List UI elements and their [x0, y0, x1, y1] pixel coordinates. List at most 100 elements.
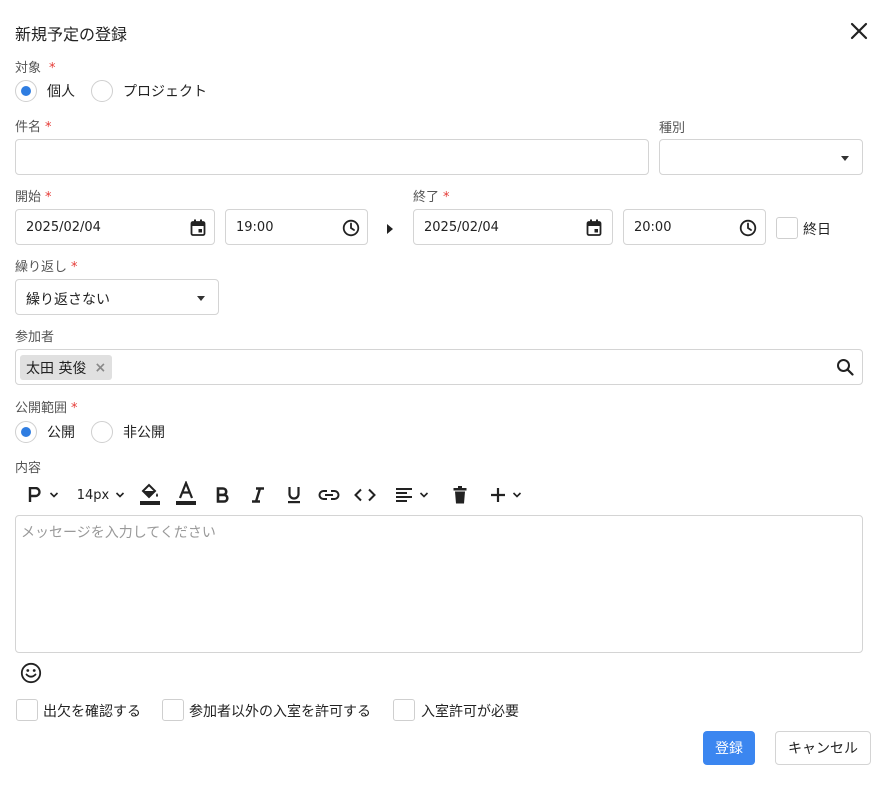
- radio-selected-dot: [21, 86, 31, 96]
- visibility-option-private: 非公開: [123, 425, 165, 441]
- bold-button[interactable]: [211, 482, 233, 508]
- editor-toolbar: 14px: [15, 481, 535, 509]
- chevron-down-icon: [512, 492, 522, 498]
- attendance-label: 出欠を確認する: [43, 704, 141, 720]
- search-icon[interactable]: [836, 358, 854, 376]
- target-label-row: 対象 *: [15, 57, 56, 76]
- target-label: 対象: [15, 61, 42, 76]
- calendar-icon[interactable]: [190, 219, 206, 237]
- paragraph-format-button[interactable]: [23, 482, 63, 508]
- insert-button[interactable]: [485, 482, 527, 508]
- repeat-label: 繰り返し: [15, 260, 68, 275]
- chevron-down-icon: [197, 296, 205, 301]
- radio-selected-dot: [21, 427, 31, 437]
- end-time-input[interactable]: 20:00: [623, 209, 766, 245]
- start-label-row: 開始 *: [15, 186, 52, 205]
- allday-checkbox[interactable]: [776, 217, 798, 239]
- target-option-project: プロジェクト: [123, 84, 207, 100]
- chip-remove-icon[interactable]: ×: [94, 360, 106, 376]
- content-label: 内容: [15, 461, 42, 476]
- visibility-label: 公開範囲: [15, 401, 68, 416]
- content-placeholder: メッセージを入力してください: [21, 525, 216, 541]
- participant-name: 太田 英俊: [26, 360, 87, 377]
- participant-chip: 太田 英俊 ×: [20, 355, 113, 380]
- target-radio-project[interactable]: [91, 80, 113, 102]
- link-button[interactable]: [317, 482, 341, 508]
- allow-non-participants-label: 参加者以外の入室を許可する: [189, 704, 371, 720]
- chevron-down-icon: [419, 492, 429, 498]
- require-permission-checkbox[interactable]: [393, 699, 415, 721]
- require-permission-label: 入室許可が必要: [421, 704, 519, 720]
- chevron-down-icon: [49, 492, 59, 498]
- subject-label-row: 件名 *: [15, 116, 52, 135]
- background-color-button[interactable]: [139, 481, 161, 507]
- visibility-option-public: 公開: [47, 425, 75, 441]
- submit-button[interactable]: 登録: [703, 731, 755, 765]
- italic-icon: [252, 487, 264, 503]
- text-color-icon: [176, 481, 196, 505]
- fill-color-icon: [140, 483, 160, 505]
- visibility-radio-group: 公開 非公開: [15, 421, 165, 443]
- code-icon: [354, 488, 376, 502]
- target-option-personal: 個人: [47, 84, 75, 100]
- align-left-icon: [396, 488, 412, 502]
- end-time-value: 20:00: [634, 220, 672, 235]
- clock-icon[interactable]: [739, 219, 757, 237]
- align-button[interactable]: [391, 482, 433, 508]
- chevron-down-icon: [841, 156, 849, 161]
- repeat-label-row: 繰り返し *: [15, 256, 78, 275]
- text-color-button[interactable]: [175, 481, 197, 507]
- start-date-value: 2025/02/04: [26, 220, 101, 235]
- visibility-radio-public[interactable]: [15, 421, 37, 443]
- end-date-value: 2025/02/04: [424, 220, 499, 235]
- close-button[interactable]: [846, 18, 872, 44]
- required-mark: *: [71, 401, 78, 416]
- subject-input[interactable]: [15, 139, 649, 175]
- category-select[interactable]: [659, 139, 863, 175]
- new-schedule-dialog: 新規予定の登録 対象 * 個人 プロジェクト 件名 * 種別 開始 * 2025/02…: [0, 0, 888, 785]
- target-radio-personal[interactable]: [15, 80, 37, 102]
- required-mark: *: [71, 260, 78, 275]
- clear-format-button[interactable]: [449, 482, 471, 508]
- end-label-row: 終了 *: [413, 186, 450, 205]
- chevron-down-icon: [116, 492, 125, 498]
- visibility-label-row: 公開範囲 *: [15, 397, 78, 416]
- dialog-title: 新規予定の登録: [15, 25, 128, 44]
- repeat-value: 繰り返さない: [26, 292, 110, 308]
- code-button[interactable]: [353, 482, 377, 508]
- font-size-button[interactable]: 14px: [75, 482, 127, 508]
- content-textarea[interactable]: メッセージを入力してください: [15, 515, 863, 653]
- italic-button[interactable]: [247, 482, 269, 508]
- bold-icon: [216, 487, 229, 503]
- cancel-button[interactable]: キャンセル: [775, 731, 871, 765]
- link-icon: [318, 490, 340, 500]
- repeat-select[interactable]: 繰り返さない: [15, 279, 219, 315]
- paragraph-icon: [28, 487, 41, 502]
- end-date-input[interactable]: 2025/02/04: [413, 209, 613, 245]
- start-time-value: 19:00: [236, 220, 274, 235]
- visibility-radio-private[interactable]: [91, 421, 113, 443]
- participants-input[interactable]: 太田 英俊 ×: [15, 349, 863, 385]
- allow-non-participants-checkbox[interactable]: [162, 699, 184, 721]
- start-date-input[interactable]: 2025/02/04: [15, 209, 215, 245]
- attendance-checkbox[interactable]: [16, 699, 38, 721]
- arrow-right-icon: [387, 224, 393, 234]
- start-label: 開始: [15, 190, 42, 205]
- required-mark: *: [45, 190, 52, 205]
- underline-icon: [288, 487, 300, 504]
- underline-button[interactable]: [283, 482, 305, 508]
- required-mark: *: [443, 190, 450, 205]
- required-mark: *: [49, 61, 56, 76]
- end-label: 終了: [413, 190, 440, 205]
- subject-label: 件名: [15, 120, 42, 135]
- start-time-input[interactable]: 19:00: [225, 209, 368, 245]
- calendar-icon[interactable]: [586, 219, 602, 237]
- close-icon: [850, 22, 868, 40]
- participants-label: 参加者: [15, 330, 55, 345]
- allday-label: 終日: [803, 222, 831, 238]
- emoji-icon[interactable]: [20, 662, 42, 684]
- target-radio-group: 個人 プロジェクト: [15, 80, 207, 102]
- plus-icon: [491, 488, 505, 502]
- font-size-value: 14px: [76, 487, 110, 503]
- clock-icon[interactable]: [342, 219, 360, 237]
